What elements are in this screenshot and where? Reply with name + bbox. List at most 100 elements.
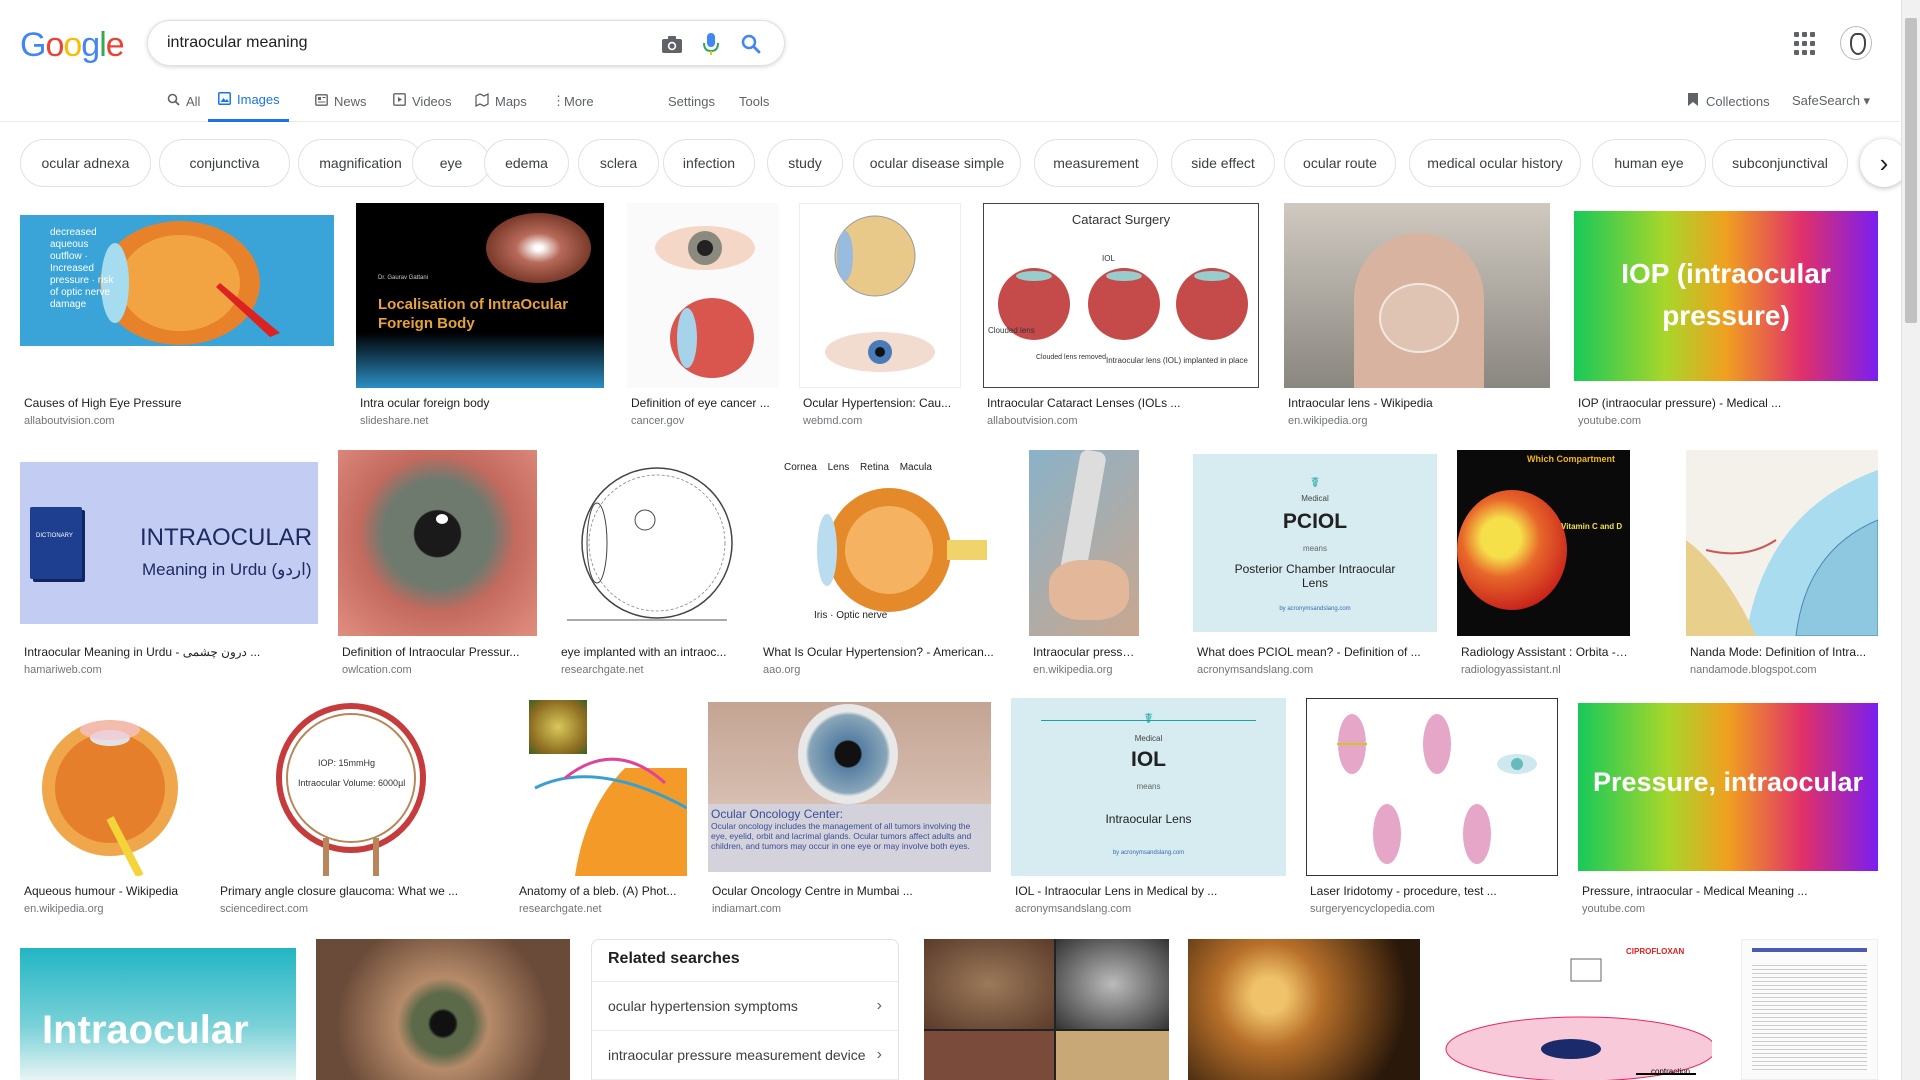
chip[interactable]: conjunctiva [159,139,290,187]
result-thumbnail: Intraocular [20,948,296,1080]
image-result[interactable]: Aqueous humour - Wikipedia en.wikipedia.… [20,698,196,918]
tab-tools[interactable]: Tools [739,80,769,122]
thumb-subtext: Intraocular Lens [1105,812,1192,826]
thumb-text: IOP: 15mmHg [318,758,376,768]
image-result[interactable]: IOP: 15mmHg Intraocular Volume: 6000µl P… [216,698,495,918]
tab-videos[interactable]: Videos [392,80,452,122]
image-result[interactable]: Anatomy of a bleb. (A) Phot... researchg… [515,698,687,918]
result-thumbnail: decreased aqueous outflow · Increased pr… [20,215,334,346]
related-search-item[interactable]: ocular hypertension symptoms › [592,982,898,1031]
result-title: Ocular Hypertension: Cau... [803,396,952,410]
image-result[interactable]: Ocular Hypertension: Cau... webmd.com [799,203,961,433]
result-thumbnail [515,698,687,876]
tab-images[interactable]: Images [208,80,289,122]
more-vert-icon: ⋮ [552,93,565,108]
chip[interactable]: ocular adnexa [20,139,151,187]
chip[interactable]: ocular disease simple [853,139,1021,187]
result-title: Radiology Assistant : Orbita - path... [1461,645,1631,659]
image-result[interactable]: decreased aqueous outflow · Increased pr… [20,203,334,433]
camera-icon[interactable] [660,32,684,56]
image-result[interactable]: Cataract Surgery Clouded lens Clouded le… [983,203,1259,433]
thumb-subtext: Iris · Optic nerve [814,610,888,621]
page-scrollbar[interactable] [1901,0,1920,1080]
result-source: allaboutvision.com [987,415,1078,427]
image-result[interactable]: Definition of eye cancer ... cancer.gov [627,203,779,433]
face [1049,560,1129,620]
image-result[interactable]: DICTIONARY INTRAOCULAR Meaning in Urdu (… [20,450,318,682]
chip[interactable]: sclera [578,139,659,187]
image-result[interactable]: Intraocular lens - Wikipedia en.wikipedi… [1284,203,1550,433]
image-result[interactable] [1741,939,1878,1080]
caduceus-icon: ☤ [1310,474,1320,490]
result-thumbnail [1188,939,1420,1080]
image-result[interactable]: ☤ Medical IOL means Intraocular Lens by … [1011,698,1286,918]
image-result[interactable]: Dr. Gaurav Gattani Localisation of Intra… [356,203,604,433]
apps-icon[interactable] [1794,32,1818,56]
safesearch-dropdown[interactable]: SafeSearch ▾ [1792,80,1870,122]
image-result[interactable]: ☤ Medical PCIOL means Posterior Chamber … [1193,450,1437,682]
image-result[interactable] [1188,939,1420,1080]
thumb-text: Pressure, intraocular [1592,767,1864,797]
image-result[interactable]: Laser Iridotomy - procedure, test ... su… [1306,698,1558,918]
image-result[interactable]: Nanda Mode: Definition of Intra... nanda… [1686,450,1878,682]
avatar[interactable] [1840,26,1872,60]
search-box[interactable] [147,20,785,66]
thumb-label-clouded: Clouded lens [988,326,1035,335]
result-source: acronymsandslang.com [1015,903,1132,915]
tab-more[interactable]: ⋮ More [552,80,594,122]
result-thumbnail [338,450,537,636]
chip[interactable]: human eye [1592,139,1706,187]
image-result[interactable] [316,939,570,1080]
image-result[interactable]: Which Compartment Vitamin C and D Radiol… [1457,450,1631,682]
image-result[interactable] [924,939,1169,1080]
chip[interactable]: subconjunctival [1712,139,1848,187]
chip[interactable]: eye [412,139,490,187]
image-result[interactable]: Cornea Lens Retina Macula Iris · Optic n… [759,450,1008,682]
image-result[interactable]: Intraocular [20,948,296,1080]
result-title: Intraocular Meaning in Urdu - درون چشمی … [24,645,261,659]
image-result[interactable]: IOP (intraocular pressure) IOP (intraocu… [1574,203,1878,433]
chip[interactable]: side effect [1171,139,1275,187]
tab-maps[interactable]: Maps [475,80,527,122]
thumb-label-contraction: contraction [1651,1067,1691,1076]
chip[interactable]: magnification [298,139,423,187]
result-thumbnail: ☤ Medical PCIOL means Posterior Chamber … [1193,454,1437,632]
result-source: aao.org [763,664,801,676]
image-result[interactable]: Intraocular pressure - ... en.wikipedia.… [1029,450,1141,682]
tab-news[interactable]: News [314,80,367,122]
result-thumbnail: Ocular Oncology Center: Ocular oncology … [708,702,991,872]
search-icon[interactable] [739,32,763,56]
scrollbar-thumb[interactable] [1905,18,1917,323]
result-source: slideshare.net [360,415,429,427]
mic-icon[interactable] [699,32,723,56]
related-search-item[interactable]: intraocular pressure measurement device … [592,1031,898,1080]
panel-a [924,939,1054,1029]
tab-all[interactable]: All [166,80,200,122]
image-result[interactable]: Pressure, intraocular Pressure, intraocu… [1578,698,1878,918]
image-result[interactable]: Ocular Oncology Center: Ocular oncology … [708,698,991,918]
image-result[interactable]: Definition of Intraocular Pressur... owl… [338,450,537,682]
tab-label: Maps [495,93,527,109]
chip[interactable]: measurement [1034,139,1158,187]
result-thumbnail [20,698,196,876]
tab-label: Videos [412,93,452,109]
chip[interactable]: ocular route [1284,139,1396,187]
google-logo[interactable]: Google [20,26,125,65]
thumb-medical: Medical [1134,734,1163,743]
result-thumbnail [1029,450,1139,636]
search-input[interactable] [167,34,627,52]
result-source: surgeryencyclopedia.com [1310,903,1435,915]
thumb-medical: Medical [1301,494,1329,503]
chip[interactable]: infection [663,139,755,187]
image-result[interactable]: eye implanted with an intraoc... researc… [557,450,739,682]
chip[interactable]: study [767,139,843,187]
thumb-overlay: Ocular Oncology Center: Ocular oncology … [708,804,991,872]
chip[interactable]: edema [484,139,569,187]
logo-letter: G [20,26,46,64]
collections-button[interactable]: Collections [1686,80,1770,122]
result-thumbnail [627,203,779,388]
image-result[interactable]: CIPROFLOXAN contraction [1441,939,1712,1080]
chip[interactable]: medical ocular history [1409,139,1581,187]
tab-settings[interactable]: Settings [668,80,715,122]
eye-diagram [1457,490,1567,610]
